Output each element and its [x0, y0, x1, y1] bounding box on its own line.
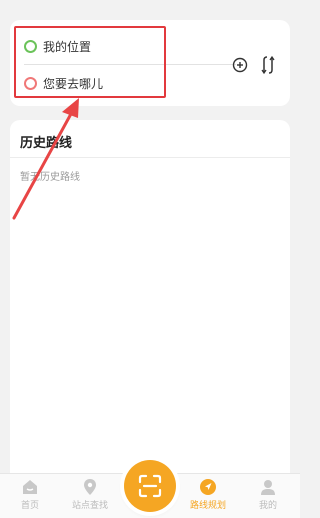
route-input-card: 我的位置 您要去哪儿 [10, 20, 290, 106]
tab-station-search-label: 站点查找 [71, 501, 108, 511]
history-title: 历史路线 [20, 136, 73, 151]
tab-mine-label: 我的 [258, 501, 277, 511]
history-empty-text: 暂无历史路线 [20, 172, 80, 183]
plus-circle-icon[interactable] [232, 57, 248, 73]
tab-home[interactable]: 首页 [4, 478, 56, 516]
swap-icon[interactable] [260, 55, 276, 75]
scan-icon [138, 474, 162, 498]
navigation-icon [200, 479, 216, 495]
tab-mine[interactable]: 我的 [242, 478, 294, 516]
tab-route-planning-label: 路线规划 [189, 501, 226, 511]
tab-station-search[interactable]: 站点查找 [64, 478, 116, 516]
history-divider [10, 157, 290, 158]
history-section: 历史路线 暂无历史路线 [10, 120, 290, 476]
user-icon [261, 480, 275, 495]
scan-button[interactable] [124, 460, 176, 512]
location-pin-icon [84, 479, 96, 495]
tab-route-planning[interactable]: 路线规划 [182, 478, 234, 516]
annotation-highlight-box [14, 26, 166, 98]
home-icon [23, 480, 37, 494]
tab-home-label: 首页 [20, 501, 39, 511]
